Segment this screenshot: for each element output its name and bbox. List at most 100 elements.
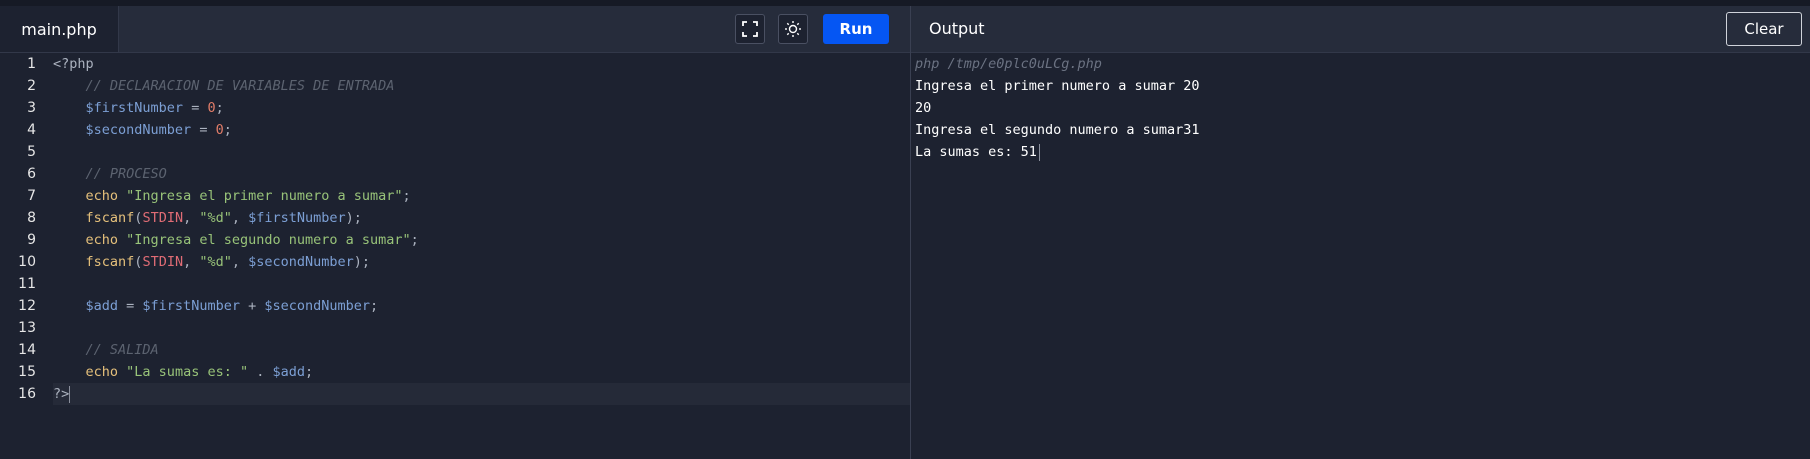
output-toolbar: Output Clear bbox=[911, 6, 1810, 53]
code-token: $secondNumber bbox=[248, 254, 354, 270]
output-line: La sumas es: 51 bbox=[915, 141, 1199, 163]
code-token: echo bbox=[85, 364, 119, 380]
code-token: STDIN bbox=[142, 210, 184, 226]
code-token: $add bbox=[272, 364, 305, 380]
code-line[interactable]: 14 // SALIDA bbox=[0, 339, 910, 361]
code-editor[interactable]: 1 <?php 2 // DECLARACION DE VARIABLES DE E… bbox=[0, 53, 910, 405]
code-token: // DECLARACION DE VARIABLES DE ENTRADA bbox=[85, 78, 395, 94]
code-token: fscanf bbox=[85, 254, 135, 270]
code-token: ); bbox=[353, 254, 371, 270]
code-line[interactable]: 6 // PROCESO bbox=[0, 163, 910, 185]
tab-main-php[interactable]: main.php bbox=[0, 6, 119, 52]
code-token: ; bbox=[215, 100, 224, 116]
code-token: $firstNumber bbox=[142, 298, 240, 314]
code-token: ; bbox=[223, 122, 232, 138]
code-line[interactable]: 3 $firstNumber = 0; bbox=[0, 97, 910, 119]
fullscreen-button[interactable] bbox=[735, 14, 765, 44]
code-token: echo bbox=[85, 232, 119, 248]
code-token: // SALIDA bbox=[85, 342, 159, 358]
code-line[interactable]: 12 $add = $firstNumber + $secondNumber; bbox=[0, 295, 910, 317]
line-number: 12 bbox=[18, 298, 36, 314]
code-line[interactable]: 9 echo "Ingresa el segundo numero a suma… bbox=[0, 229, 910, 251]
code-content: $firstNumber = 0; bbox=[53, 97, 910, 119]
code-token: ; bbox=[402, 188, 411, 204]
code-token: 0 bbox=[215, 122, 224, 138]
code-token: , bbox=[231, 254, 249, 270]
code-line[interactable]: 13 bbox=[0, 317, 910, 339]
text-cursor bbox=[69, 385, 71, 403]
code-token: $add bbox=[85, 298, 119, 314]
code-line[interactable]: 8 fscanf(STDIN, "%d", $firstNumber); bbox=[0, 207, 910, 229]
code-line[interactable]: 7 echo "Ingresa el primer numero a sumar… bbox=[0, 185, 910, 207]
line-number: 2 bbox=[27, 78, 36, 94]
line-number: 1 bbox=[27, 56, 36, 72]
code-token: ; bbox=[370, 298, 379, 314]
code-content: // DECLARACION DE VARIABLES DE ENTRADA bbox=[53, 75, 910, 97]
output-line-text: 20 bbox=[915, 100, 932, 116]
code-token: , bbox=[183, 254, 200, 270]
line-number: 11 bbox=[18, 276, 36, 292]
code-line[interactable]: 11 bbox=[0, 273, 910, 295]
code-token: "%d" bbox=[199, 210, 232, 226]
code-content: ?> bbox=[53, 383, 910, 405]
code-token: $secondNumber bbox=[264, 298, 371, 314]
code-line[interactable]: 2 // DECLARACION DE VARIABLES DE ENTRADA bbox=[0, 75, 910, 97]
code-token: "La sumas es: " bbox=[126, 364, 249, 380]
sun-icon bbox=[785, 21, 801, 37]
code-token: echo bbox=[85, 188, 119, 204]
output-title: Output bbox=[929, 19, 985, 38]
code-line[interactable]: 10 fscanf(STDIN, "%d", $secondNumber); bbox=[0, 251, 910, 273]
code-content: // SALIDA bbox=[53, 339, 910, 361]
line-number: 13 bbox=[18, 320, 36, 336]
output-line: Ingresa el primer numero a sumar 20 bbox=[915, 75, 1199, 97]
code-content: // PROCESO bbox=[53, 163, 910, 185]
code-line[interactable]: 5 bbox=[0, 141, 910, 163]
line-number: 8 bbox=[27, 210, 36, 226]
clear-button[interactable]: Clear bbox=[1726, 12, 1802, 46]
line-number: 6 bbox=[27, 166, 36, 182]
code-token: ; bbox=[410, 232, 419, 248]
run-button[interactable]: Run bbox=[823, 14, 889, 44]
output-line: Ingresa el segundo numero a sumar31 bbox=[915, 119, 1199, 141]
theme-toggle-button[interactable] bbox=[778, 14, 808, 44]
code-content: echo "Ingresa el segundo numero a sumar"… bbox=[53, 229, 910, 251]
code-token: = bbox=[118, 298, 143, 314]
line-number: 3 bbox=[27, 100, 36, 116]
code-token: + bbox=[239, 298, 265, 314]
line-number: 14 bbox=[18, 342, 36, 358]
code-token: ; bbox=[305, 364, 314, 380]
output-line-text: Ingresa el segundo numero a sumar31 bbox=[915, 122, 1200, 138]
code-token: fscanf bbox=[85, 210, 135, 226]
line-number: 16 bbox=[18, 386, 36, 402]
code-line[interactable]: 15 echo "La sumas es: " . $add; bbox=[0, 361, 910, 383]
code-token: $secondNumber bbox=[85, 122, 192, 138]
output-command: php /tmp/e0plc0uLCg.php bbox=[915, 56, 1102, 72]
output-cursor bbox=[1038, 143, 1040, 161]
code-token: . bbox=[248, 364, 273, 380]
code-content: <?php bbox=[53, 53, 910, 75]
line-number: 10 bbox=[18, 254, 36, 270]
output-line-text: La sumas es: 51 bbox=[915, 144, 1037, 160]
code-token: STDIN bbox=[142, 254, 184, 270]
code-line[interactable]: 1 <?php bbox=[0, 53, 910, 75]
code-token: $firstNumber bbox=[85, 100, 184, 116]
output-console[interactable]: php /tmp/e0plc0uLCg.php Ingresa el prime… bbox=[915, 53, 1199, 163]
compiler-app: main.php Run 1 <?php 2 // DECLARACION DE… bbox=[0, 6, 1810, 459]
code-token: ?> bbox=[53, 386, 70, 402]
code-token: "Ingresa el segundo numero a sumar" bbox=[126, 232, 411, 248]
code-line[interactable]: 16 ?> bbox=[0, 383, 910, 405]
code-line[interactable]: 4 $secondNumber = 0; bbox=[0, 119, 910, 141]
line-number: 4 bbox=[27, 122, 36, 138]
code-token: "Ingresa el primer numero a sumar" bbox=[126, 188, 403, 204]
output-line: 20 bbox=[915, 97, 1199, 119]
